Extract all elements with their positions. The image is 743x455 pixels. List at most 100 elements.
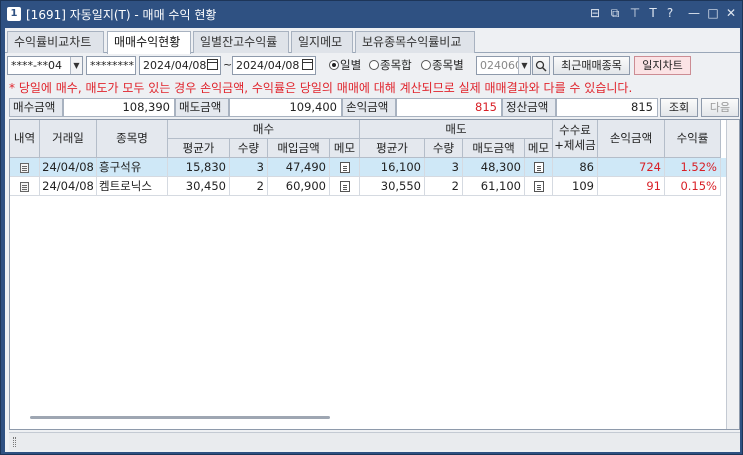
minimize-icon[interactable]: — xyxy=(686,5,702,21)
window-number-icon: 1 xyxy=(7,7,21,21)
col-header-buy-avg[interactable]: 평균가 xyxy=(168,139,230,158)
table-row[interactable]: 24/04/08 켐트로닉스 30,450 2 60,900 30,550 2 … xyxy=(10,177,726,196)
memo-icon[interactable] xyxy=(533,181,544,192)
memo-icon[interactable] xyxy=(533,162,544,173)
sell-amount-value: 109,400 xyxy=(229,98,342,117)
tab-daily-balance-return[interactable]: 일별잔고수익률 xyxy=(193,31,289,53)
app-window: 1 [1691] 자동일지(T) - 매매 수익 현황 ⊟ ⧉ ⊤ T ? — … xyxy=(0,0,743,455)
row-date: 24/04/08 xyxy=(40,158,97,177)
radio-stock-sum[interactable]: 종목합 xyxy=(369,56,412,75)
date-from-value: 2024/04/08 xyxy=(143,59,207,72)
next-button[interactable]: 다음 xyxy=(701,98,739,117)
row-sell-memo-cell[interactable] xyxy=(525,177,553,196)
date-to-field[interactable]: 2024/04/08 xyxy=(232,56,316,75)
pnl-label: 손익금액 xyxy=(342,98,396,117)
col-header-sell-avg[interactable]: 평균가 xyxy=(360,139,425,158)
date-from-field[interactable]: 2024/04/08 xyxy=(139,56,221,75)
search-button[interactable] xyxy=(532,56,550,75)
detail-document-icon[interactable] xyxy=(20,182,29,192)
chevron-down-icon[interactable]: ▼ xyxy=(518,57,530,74)
col-header-rate[interactable]: 수익률 xyxy=(665,120,721,158)
stock-code-select[interactable]: 024060 ▼ xyxy=(476,56,531,75)
row-rate: 1.52% xyxy=(665,158,721,177)
tab-holding-return-compare[interactable]: 보유종목수익률비교 xyxy=(355,31,475,53)
status-bar xyxy=(9,432,740,450)
pin-icon[interactable]: ⊤ xyxy=(627,5,643,21)
col-header-sell-memo[interactable]: 메모 xyxy=(525,139,553,158)
col-header-detail[interactable]: 내역 xyxy=(10,120,40,158)
password-field[interactable]: ******** xyxy=(86,56,136,75)
settle-value: 815 xyxy=(556,98,658,117)
tab-return-compare-chart[interactable]: 수익률비교차트 xyxy=(7,31,104,53)
radio-unselected-icon xyxy=(421,60,431,70)
radio-daily-label: 일별 xyxy=(340,58,362,72)
resize-grip-icon[interactable] xyxy=(13,437,16,447)
row-buy-qty: 3 xyxy=(230,158,268,177)
row-sell-memo-cell[interactable] xyxy=(525,158,553,177)
row-sell-avg: 16,100 xyxy=(360,158,425,177)
row-stock-name: 흥구석유 xyxy=(97,158,168,177)
account-select[interactable]: ****-**04 ▼ xyxy=(7,56,83,75)
col-header-sell-amt[interactable]: 매도금액 xyxy=(463,139,525,158)
row-detail-cell[interactable] xyxy=(10,177,40,196)
row-fee: 109 xyxy=(553,177,598,196)
query-button[interactable]: 조회 xyxy=(660,98,698,117)
col-header-buy-amt[interactable]: 매입금액 xyxy=(268,139,330,158)
search-icon xyxy=(535,60,547,72)
row-detail-cell[interactable] xyxy=(10,158,40,177)
tab-journal-memo[interactable]: 일지메모 xyxy=(291,31,353,53)
help-icon[interactable]: ? xyxy=(662,5,678,21)
font-icon[interactable]: T xyxy=(645,5,661,21)
tab-strip: 수익률비교차트 매매수익현황 일별잔고수익률 일지메모 보유종목수익률비교 xyxy=(5,31,740,54)
col-header-date[interactable]: 거래일 xyxy=(40,120,97,158)
memo-icon[interactable] xyxy=(339,181,350,192)
calendar-icon[interactable] xyxy=(302,59,313,70)
col-header-pnl[interactable]: 손익금액 xyxy=(598,120,665,158)
memo-icon[interactable] xyxy=(339,162,350,173)
journal-chart-button[interactable]: 일지차트 xyxy=(634,56,691,75)
window-title: [1691] 자동일지(T) - 매매 수익 현황 xyxy=(26,8,217,22)
col-header-fee[interactable]: 수수료 +제세금 xyxy=(553,120,598,158)
trade-table: 내역 거래일 종목명 매수 매도 수수료 +제세금 손익금액 수익률 평균가 수량… xyxy=(9,119,740,430)
account-value: ****-**04 xyxy=(11,59,62,72)
fee-header-line2: +제세금 xyxy=(554,138,596,152)
col-header-name[interactable]: 종목명 xyxy=(97,120,168,158)
row-buy-memo-cell[interactable] xyxy=(330,158,360,177)
title-bar[interactable]: 1 [1691] 자동일지(T) - 매매 수익 현황 ⊟ ⧉ ⊤ T ? — … xyxy=(1,1,742,28)
horizontal-scrollbar[interactable] xyxy=(30,416,330,419)
chevron-down-icon[interactable]: ▼ xyxy=(70,57,82,74)
date-to-value: 2024/04/08 xyxy=(236,59,300,72)
calendar-icon[interactable] xyxy=(207,59,218,70)
col-header-buy-memo[interactable]: 메모 xyxy=(330,139,360,158)
radio-daily[interactable]: 일별 xyxy=(329,56,361,75)
detail-document-icon[interactable] xyxy=(20,163,29,173)
row-pnl: 91 xyxy=(598,177,665,196)
radio-unselected-icon xyxy=(369,60,379,70)
col-group-buy: 매수 xyxy=(168,120,360,139)
maximize-icon[interactable]: □ xyxy=(705,5,721,21)
copy-icon[interactable]: ⧉ xyxy=(607,5,623,21)
close-icon[interactable]: ✕ xyxy=(723,5,739,21)
row-sell-qty: 3 xyxy=(425,158,463,177)
settle-label: 정산금액 xyxy=(502,98,556,117)
row-buy-memo-cell[interactable] xyxy=(330,177,360,196)
buy-amount-value: 108,390 xyxy=(63,98,175,117)
restore-icon[interactable]: ⊟ xyxy=(587,5,603,21)
row-sell-qty: 2 xyxy=(425,177,463,196)
vertical-scrollbar[interactable] xyxy=(726,120,739,429)
row-rate: 0.15% xyxy=(665,177,721,196)
radio-by-stock[interactable]: 종목별 xyxy=(421,56,464,75)
date-range-separator: ~ xyxy=(223,58,233,71)
col-group-sell: 매도 xyxy=(360,120,553,139)
row-sell-amt: 48,300 xyxy=(463,158,525,177)
recent-trades-button[interactable]: 최근매매종목 xyxy=(553,56,630,75)
tab-trade-profit-status[interactable]: 매매수익현황 xyxy=(107,31,191,54)
stock-code-value: 024060 xyxy=(480,59,522,72)
row-buy-qty: 2 xyxy=(230,177,268,196)
radio-selected-icon xyxy=(329,60,339,70)
col-header-buy-qty[interactable]: 수량 xyxy=(230,139,268,158)
row-date: 24/04/08 xyxy=(40,177,97,196)
col-header-sell-qty[interactable]: 수량 xyxy=(425,139,463,158)
table-row[interactable]: 24/04/08 흥구석유 15,830 3 47,490 16,100 3 4… xyxy=(10,158,726,177)
row-pnl: 724 xyxy=(598,158,665,177)
